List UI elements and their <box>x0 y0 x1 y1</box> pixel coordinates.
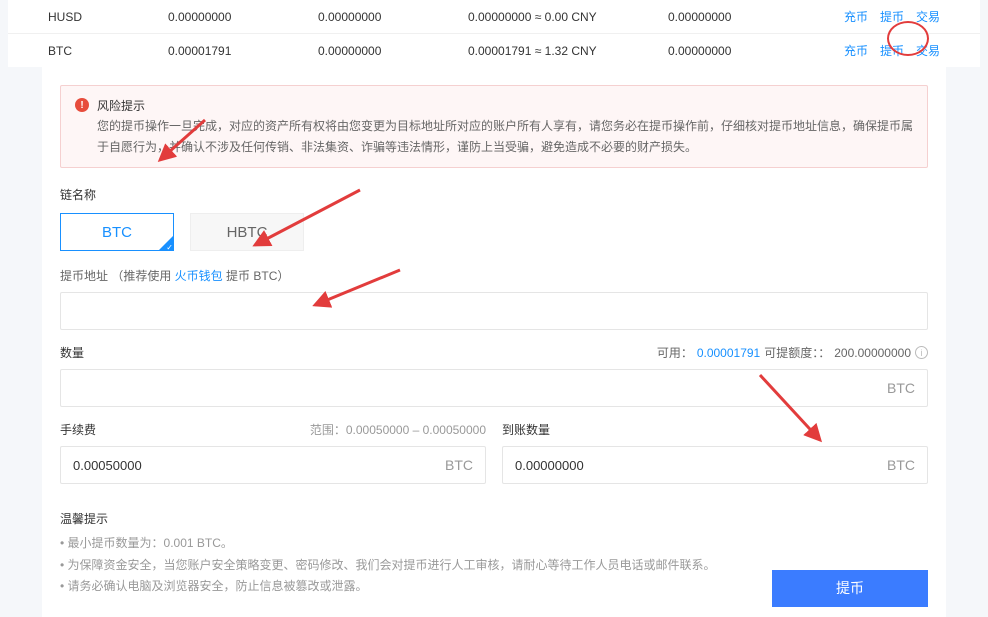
fee-input[interactable] <box>73 458 445 473</box>
cell-asset: BTC <box>48 44 168 58</box>
trade-link[interactable]: 交易 <box>916 42 940 59</box>
cell-frozen: 0.00000000 <box>318 10 468 24</box>
withdraw-submit-button[interactable]: 提币 <box>772 570 928 607</box>
warning-icon: ! <box>75 98 89 112</box>
trade-link[interactable]: 交易 <box>916 8 940 25</box>
table-row: HUSD 0.00000000 0.00000000 0.00000000 ≈ … <box>8 0 980 34</box>
address-input-wrapper <box>60 292 928 330</box>
wallet-link[interactable]: 火币钱包 <box>175 269 223 283</box>
limit-value: 200.00000000 <box>834 346 911 360</box>
quantity-label: 数量 <box>60 344 84 361</box>
warning-title: 风险提示 <box>97 96 913 116</box>
cell-asset: HUSD <box>48 10 168 24</box>
withdraw-link[interactable]: 提币 <box>880 42 904 59</box>
cell-cny: 0.00000000 ≈ 0.00 CNY <box>468 10 668 24</box>
tips-title: 温馨提示 <box>60 510 928 527</box>
cell-frozen: 0.00000000 <box>318 44 468 58</box>
withdraw-form: ! 风险提示 您的提币操作一旦完成，对应的资产所有权将由您变更为目标地址所对应的… <box>42 67 946 617</box>
cell-available: 0.00000000 <box>668 44 798 58</box>
cell-balance: 0.00000000 <box>168 10 318 24</box>
receive-label: 到账数量 <box>502 421 550 438</box>
withdraw-link[interactable]: 提币 <box>880 8 904 25</box>
cell-cny: 0.00001791 ≈ 1.32 CNY <box>468 44 668 58</box>
address-input[interactable] <box>73 304 915 319</box>
receive-input <box>515 458 887 473</box>
fee-label: 手续费 <box>60 421 96 438</box>
cell-available: 0.00000000 <box>668 10 798 24</box>
receive-input-wrapper: BTC <box>502 446 928 484</box>
available-value: 0.00001791 <box>697 346 760 360</box>
quantity-unit: BTC <box>887 380 915 396</box>
deposit-link[interactable]: 充币 <box>844 8 868 25</box>
receive-unit: BTC <box>887 457 915 473</box>
chain-option-hbtc[interactable]: HBTC <box>190 213 304 251</box>
fee-input-wrapper: BTC <box>60 446 486 484</box>
address-label: 提币地址 （推荐使用 火币钱包 提币 BTC） <box>60 267 928 284</box>
quantity-input-wrapper: BTC <box>60 369 928 407</box>
quantity-input[interactable] <box>73 381 887 396</box>
deposit-link[interactable]: 充币 <box>844 42 868 59</box>
quantity-info: 可用：0.00001791 可提额度：：200.00000000 i <box>657 344 928 361</box>
chain-label: 链名称 <box>60 186 928 203</box>
risk-warning: ! 风险提示 您的提币操作一旦完成，对应的资产所有权将由您变更为目标地址所对应的… <box>60 85 928 168</box>
tip-item: • 最小提币数量为：0.001 BTC。 <box>60 533 928 555</box>
chain-option-btc[interactable]: BTC <box>60 213 174 251</box>
asset-table: HUSD 0.00000000 0.00000000 0.00000000 ≈ … <box>8 0 980 67</box>
warning-body: 您的提币操作一旦完成，对应的资产所有权将由您变更为目标地址所对应的账户所有人享有… <box>97 116 913 157</box>
fee-range: 范围：0.00050000 – 0.00050000 <box>310 421 486 438</box>
fee-unit: BTC <box>445 457 473 473</box>
table-row: BTC 0.00001791 0.00000000 0.00001791 ≈ 1… <box>8 34 980 67</box>
cell-balance: 0.00001791 <box>168 44 318 58</box>
info-icon[interactable]: i <box>915 346 928 359</box>
